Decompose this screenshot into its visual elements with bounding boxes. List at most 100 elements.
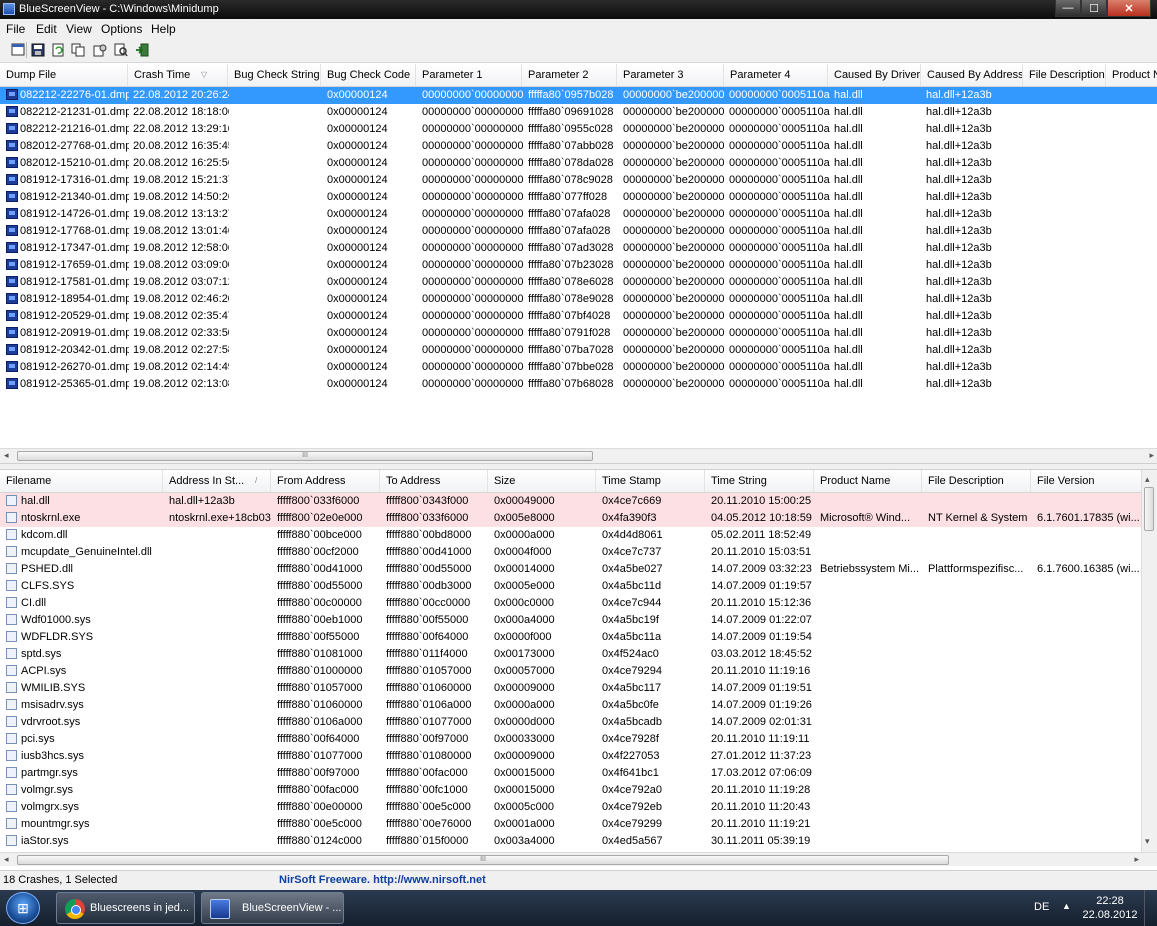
crash-row[interactable]: 081912-25365-01.dmp 19.08.2012 02:13:08 0x…: [0, 376, 1157, 393]
module-row[interactable]: volmgrx.sys fffff880`00e00000 fffff880`00e…: [0, 799, 1157, 816]
crash-list-column-header[interactable]: File Description: [1023, 64, 1106, 86]
scroll-down-arrow[interactable]: ▾: [1145, 836, 1150, 847]
scroll-up-arrow[interactable]: ▴: [1145, 474, 1150, 485]
crash-list-column-header[interactable]: Dump File: [0, 64, 128, 86]
module-list-column-header[interactable]: Time Stamp: [596, 470, 705, 492]
module-list-column-header[interactable]: Product Name: [814, 470, 922, 492]
crash-row[interactable]: 082012-27768-01.dmp 20.08.2012 16:35:45 0x…: [0, 138, 1157, 155]
table-cell: fffffa80`078e6028: [528, 276, 614, 288]
menu-file[interactable]: File: [6, 22, 25, 36]
module-row[interactable]: msisadrv.sys fffff880`01060000 fffff880`01…: [0, 697, 1157, 714]
crash-list-scroll-thumb[interactable]: III: [17, 451, 593, 461]
module-row[interactable]: volmgr.sys fffff880`00fac000 fffff880`00fc…: [0, 782, 1157, 799]
show-desktop-button[interactable]: [1144, 890, 1157, 926]
module-list-column-header[interactable]: Size: [488, 470, 596, 492]
crash-row[interactable]: 081912-17581-01.dmp 19.08.2012 03:07:12 0x…: [0, 274, 1157, 291]
module-list-column-header[interactable]: File Description: [922, 470, 1031, 492]
module-row[interactable]: vdrvroot.sys fffff880`0106a000 fffff880`01…: [0, 714, 1157, 731]
start-button[interactable]: ⊞: [6, 892, 40, 924]
menu-options[interactable]: Options: [101, 22, 142, 36]
language-indicator[interactable]: DE: [1034, 901, 1049, 913]
menu-view[interactable]: View: [66, 22, 92, 36]
taskbar-item-bluescreenview[interactable]: BlueScreenView - ...: [201, 892, 344, 924]
exit-icon[interactable]: [134, 42, 149, 57]
module-list-vscroll-thumb[interactable]: [1144, 487, 1154, 531]
module-row[interactable]: hal.dll hal.dll+12a3b fffff800`033f6000 fff…: [0, 493, 1157, 510]
pane-splitter[interactable]: [0, 463, 1157, 470]
crash-row[interactable]: 081912-20342-01.dmp 19.08.2012 02:27:58 0x…: [0, 342, 1157, 359]
module-list-column-header[interactable]: Filename: [0, 470, 163, 492]
crash-row[interactable]: 081912-20919-01.dmp 19.08.2012 02:33:50 0x…: [0, 325, 1157, 342]
crash-list-column-header[interactable]: Caused By Driver: [828, 64, 921, 86]
module-row[interactable]: iusb3hcs.sys fffff880`01077000 fffff880`01…: [0, 748, 1157, 765]
crash-list-column-header[interactable]: Crash Time: [128, 64, 228, 86]
crash-row[interactable]: 081912-17316-01.dmp 19.08.2012 15:21:37 0x…: [0, 172, 1157, 189]
crash-list-column-header[interactable]: Bug Check Code: [321, 64, 416, 86]
scroll-right-arrow[interactable]: ▸: [1149, 450, 1154, 461]
crash-row[interactable]: 081912-17659-01.dmp 19.08.2012 03:09:00 0x…: [0, 257, 1157, 274]
module-row[interactable]: ACPI.sys fffff880`01000000 fffff880`010570…: [0, 663, 1157, 680]
refresh-icon[interactable]: [50, 42, 65, 57]
crash-row[interactable]: 082212-21216-01.dmp 22.08.2012 13:29:10 0x…: [0, 121, 1157, 138]
title-bar[interactable]: BlueScreenView - C:\Windows\Minidump — ☐…: [0, 0, 1157, 19]
find-icon[interactable]: [113, 42, 128, 57]
crash-row[interactable]: 081912-26270-01.dmp 19.08.2012 02:14:49 0x…: [0, 359, 1157, 376]
module-row[interactable]: mountmgr.sys fffff880`00e5c000 fffff880`00…: [0, 816, 1157, 833]
menu-edit[interactable]: Edit: [36, 22, 57, 36]
save-icon[interactable]: [30, 42, 45, 57]
crash-list-column-header[interactable]: Parameter 1: [416, 64, 522, 86]
module-list-scroll-thumb[interactable]: III: [17, 855, 949, 865]
module-row[interactable]: pci.sys fffff880`00f64000 fffff880`00f9700…: [0, 731, 1157, 748]
crash-row[interactable]: 082212-22276-01.dmp 22.08.2012 20:26:24 0x…: [0, 87, 1157, 104]
crash-list-column-header[interactable]: Caused By Address: [921, 64, 1023, 86]
properties-icon[interactable]: [10, 42, 25, 57]
module-list-column-header[interactable]: From Address: [271, 470, 380, 492]
module-list-column-header[interactable]: To Address: [380, 470, 488, 492]
module-list-horizontal-scrollbar[interactable]: ◂ III ▸: [0, 852, 1157, 866]
module-row[interactable]: CI.dll fffff880`00c00000 fffff880`00cc0000…: [0, 595, 1157, 612]
crash-row[interactable]: 081912-17347-01.dmp 19.08.2012 12:58:06 0x…: [0, 240, 1157, 257]
table-cell: 0x4ce79294: [602, 665, 662, 677]
maximize-button[interactable]: ☐: [1081, 0, 1107, 17]
crash-row[interactable]: 082212-21231-01.dmp 22.08.2012 18:18:06 0x…: [0, 104, 1157, 121]
crash-list-column-header[interactable]: Bug Check String: [228, 64, 321, 86]
scroll-left-arrow[interactable]: ◂: [4, 450, 9, 461]
crash-list-horizontal-scrollbar[interactable]: ◂ III ▸: [0, 448, 1157, 463]
menu-help[interactable]: Help: [151, 22, 176, 36]
module-row[interactable]: WDFLDR.SYS fffff880`00f55000 fffff880`00f6…: [0, 629, 1157, 646]
crash-row[interactable]: 081912-21340-01.dmp 19.08.2012 14:50:26 0x…: [0, 189, 1157, 206]
advanced-options-icon[interactable]: [92, 42, 107, 57]
module-row[interactable]: mcupdate_GenuineIntel.dll fffff880`00cf20…: [0, 544, 1157, 561]
crash-list-column-header[interactable]: Parameter 3: [617, 64, 724, 86]
crash-row[interactable]: 081912-14726-01.dmp 19.08.2012 13:13:27 0x…: [0, 206, 1157, 223]
module-list-column-header[interactable]: Time String: [705, 470, 814, 492]
crash-list-column-header[interactable]: Parameter 2: [522, 64, 617, 86]
module-row[interactable]: PSHED.dll fffff880`00d41000 fffff880`00d55…: [0, 561, 1157, 578]
module-row[interactable]: Wdf01000.sys fffff880`00eb1000 fffff880`00…: [0, 612, 1157, 629]
table-cell: 0x00033000: [494, 733, 555, 745]
crash-row[interactable]: 081912-20529-01.dmp 19.08.2012 02:35:47 0x…: [0, 308, 1157, 325]
module-list-vertical-scrollbar[interactable]: ▴ ▾: [1141, 470, 1157, 852]
crash-row[interactable]: 082012-15210-01.dmp 20.08.2012 16:25:56 0x…: [0, 155, 1157, 172]
scroll-right-arrow[interactable]: ▸: [1134, 854, 1139, 865]
module-row[interactable]: iaStor.sys fffff880`0124c000 fffff880`015f…: [0, 833, 1157, 850]
copy-icon[interactable]: [70, 42, 85, 57]
nirsoft-link[interactable]: NirSoft Freeware. http://www.nirsoft.net: [279, 874, 486, 886]
scroll-left-arrow[interactable]: ◂: [4, 854, 9, 865]
module-row[interactable]: WMILIB.SYS fffff880`01057000 fffff880`0106…: [0, 680, 1157, 697]
system-clock[interactable]: 22:28 22.08.2012: [1082, 894, 1138, 922]
crash-list-column-header[interactable]: Parameter 4: [724, 64, 828, 86]
close-button[interactable]: ✕: [1107, 0, 1151, 17]
crash-row[interactable]: 081912-17768-01.dmp 19.08.2012 13:01:46 0x…: [0, 223, 1157, 240]
show-hidden-icons-arrow[interactable]: ▲: [1062, 901, 1071, 911]
module-row[interactable]: CLFS.SYS fffff880`00d55000 fffff880`00db30…: [0, 578, 1157, 595]
module-row[interactable]: ntoskrnl.exe ntoskrnl.exe+18cb03 fffff800`…: [0, 510, 1157, 527]
module-row[interactable]: partmgr.sys fffff880`00f97000 fffff880`00f…: [0, 765, 1157, 782]
taskbar-item-chrome[interactable]: Bluescreens in jed...: [56, 892, 195, 924]
module-list-column-header[interactable]: File Version: [1031, 470, 1142, 492]
minimize-button[interactable]: —: [1055, 0, 1081, 17]
module-row[interactable]: kdcom.dll fffff880`00bce000 fffff880`00bd8…: [0, 527, 1157, 544]
crash-row[interactable]: 081912-18954-01.dmp 19.08.2012 02:46:20 0x…: [0, 291, 1157, 308]
module-row[interactable]: sptd.sys fffff880`01081000 fffff880`011f40…: [0, 646, 1157, 663]
crash-list-column-header[interactable]: Product N: [1106, 64, 1157, 86]
